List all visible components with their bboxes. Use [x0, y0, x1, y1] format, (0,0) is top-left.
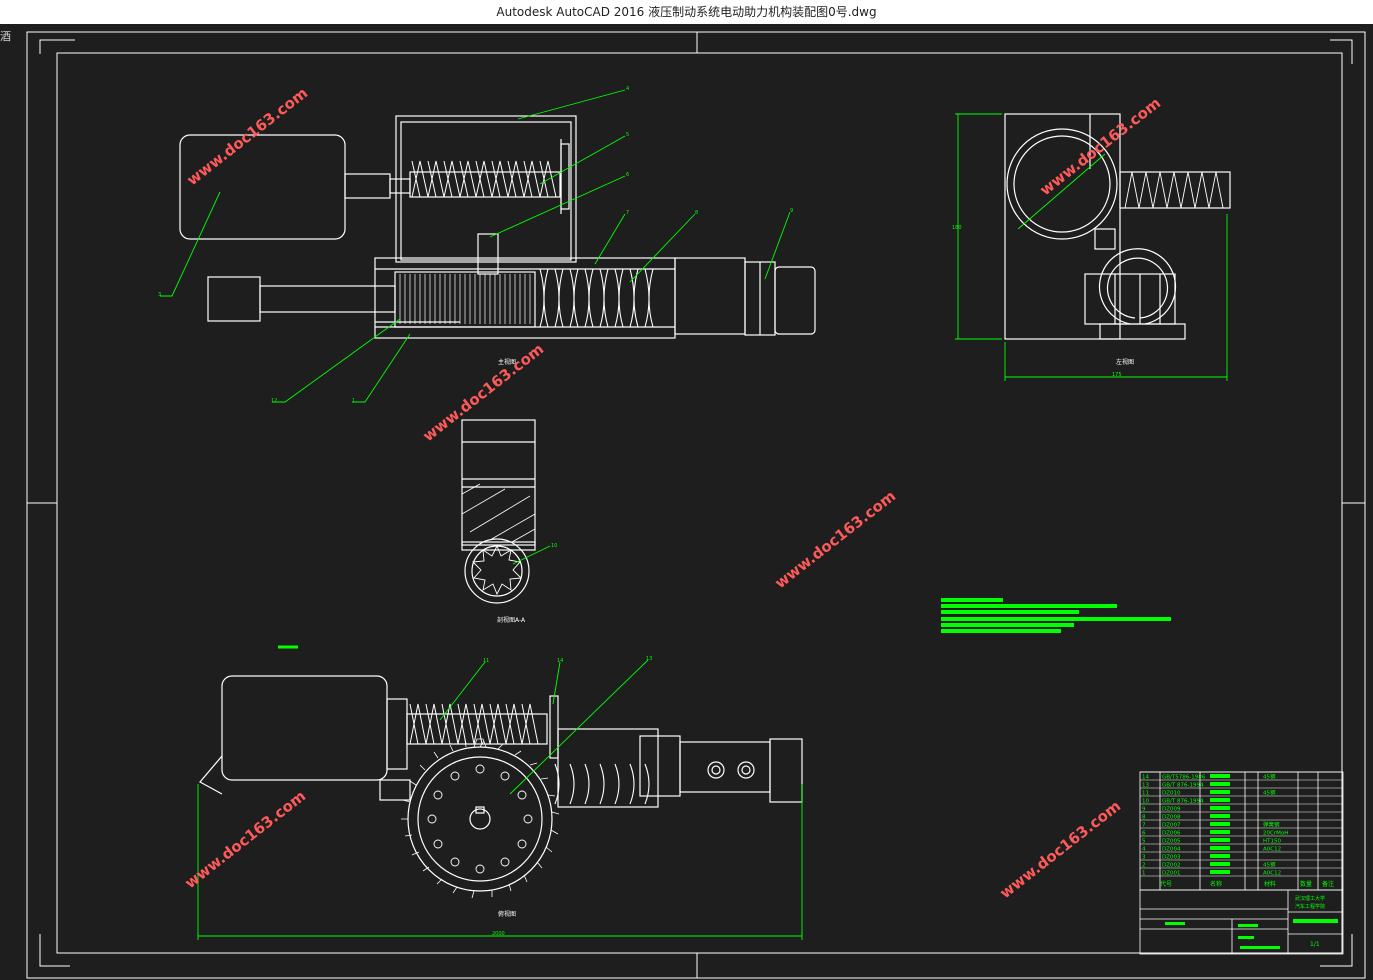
bom-row-no: 5 — [1142, 839, 1146, 845]
bom-row-no: 2 — [1142, 863, 1146, 869]
balloon-3: 3 — [158, 292, 161, 298]
balloon-labels: 4 5 6 7 8 9 3 12 1 10 11 14 13 — [158, 86, 793, 664]
bom-row-no: 10 — [1142, 799, 1149, 805]
bom-row-code: GB/T5786-1986 — [1162, 775, 1206, 781]
bom-row-no: 8 — [1142, 815, 1146, 821]
watermark-2: www.doc163.com — [1036, 94, 1164, 199]
title-block[interactable]: 14 GB/T5786-1986 45钢13 GB/T 876-199411 DZ010… — [1139, 771, 1344, 955]
balloon-12: 12 — [271, 398, 277, 404]
bom-row-mat: A0C12 — [1263, 871, 1281, 877]
balloon-10: 10 — [551, 543, 557, 549]
section-view[interactable] — [461, 419, 536, 604]
watermark-4: www.doc163.com — [771, 487, 899, 592]
balloon-13: 13 — [646, 656, 652, 662]
dimension-values: 2000 175 180 — [492, 225, 1122, 937]
bom-row-name-bar — [1210, 790, 1230, 794]
bom-row-code: DZ003 — [1162, 855, 1181, 861]
bom-row-name-bar — [1210, 822, 1230, 826]
bom-row-name-bar — [1210, 854, 1230, 858]
bom-row-name-bar — [1210, 814, 1230, 818]
bom-row-name-bar — [1210, 862, 1230, 866]
bom-row-code: DZ001 — [1162, 871, 1181, 877]
bom-row-mat: A0C12 — [1263, 847, 1281, 853]
label-top-view: 俯视图 — [498, 910, 516, 918]
bom-row-code: DZ010 — [1162, 791, 1181, 797]
sheet-number: 1/1 — [1310, 941, 1320, 948]
school-dept: 汽车工程学院 — [1295, 903, 1325, 910]
bom-row-no: 9 — [1142, 807, 1146, 813]
bom-row-code: DZ004 — [1162, 847, 1181, 853]
bom-row-name-bar — [1210, 806, 1230, 810]
bom-row-name-bar — [1210, 830, 1230, 834]
bom-row-no: 3 — [1142, 855, 1146, 861]
leaders — [160, 89, 1106, 795]
bom-row-no: 6 — [1142, 831, 1146, 837]
watermark-6: www.doc163.com — [996, 797, 1124, 902]
bom-header-qty: 数量 — [1300, 880, 1312, 888]
bom-row-name-bar — [1210, 838, 1230, 842]
bom-row-mat: 45钢 — [1263, 773, 1276, 781]
bom-row-code: DZ008 — [1162, 815, 1181, 821]
dim-right-height: 180 — [952, 225, 962, 231]
bom-row-mat: 弹簧钢 — [1263, 821, 1280, 829]
bom-row-name-bar — [1210, 798, 1230, 802]
dim-right-width: 175 — [1112, 372, 1122, 378]
watermark-1: www.doc163.com — [183, 84, 311, 189]
tech-notes — [941, 598, 1171, 633]
school-name: 武汉理工大学 — [1295, 895, 1325, 902]
bom-header-name: 名称 — [1210, 880, 1222, 888]
top-view[interactable] — [199, 675, 803, 899]
side-view[interactable] — [1004, 113, 1231, 340]
bom-row-code: DZ007 — [1162, 823, 1181, 829]
bom-rows: 14 GB/T5786-1986 45钢13 GB/T 876-199411 DZ010… — [1140, 773, 1343, 877]
balloon-11: 11 — [483, 658, 489, 664]
bom-row-no: 4 — [1142, 847, 1146, 853]
bom-row-no: 14 — [1142, 775, 1149, 781]
bom-header-mat: 材料 — [1264, 880, 1276, 888]
label-section-view: 剖视图A-A — [497, 616, 526, 624]
balloon-6: 6 — [626, 172, 629, 178]
balloon-1: 1 — [352, 398, 355, 404]
bom-row-no: 1 — [1142, 871, 1146, 877]
balloon-9: 9 — [790, 208, 793, 214]
balloon-4: 4 — [626, 86, 629, 92]
bom-row-no: 11 — [1142, 791, 1149, 797]
bom-row-name-bar — [1210, 774, 1230, 778]
watermark-3: www.doc163.com — [419, 340, 547, 445]
view-labels: 主视图 左视图 剖视图A-A 俯视图 — [497, 358, 1134, 918]
bom-row-no: 7 — [1142, 823, 1146, 829]
balloon-14: 14 — [557, 658, 563, 664]
bom-row-mat: HT150 — [1263, 839, 1281, 845]
bom-row-no: 13 — [1142, 783, 1149, 789]
bom-row-code: DZ006 — [1162, 831, 1181, 837]
front-view[interactable] — [179, 115, 816, 339]
bom-row-mat: 45钢 — [1263, 789, 1276, 797]
balloon-8: 8 — [695, 210, 698, 216]
bom-row-code: DZ002 — [1162, 863, 1181, 869]
bom-row-code: GB/T 876-1994 — [1162, 783, 1204, 789]
bom-row-code: GB/T 876-1994 — [1162, 799, 1204, 805]
label-side-view: 左视图 — [1116, 358, 1134, 366]
bom-row-mat: 45钢 — [1263, 861, 1276, 869]
bom-header-code: 代号 — [1160, 880, 1172, 888]
bom-row-code: DZ005 — [1162, 839, 1181, 845]
balloon-7: 7 — [626, 210, 629, 216]
bom-row-name-bar — [1210, 846, 1230, 850]
bom-row-mat: 20CrMoH — [1263, 831, 1288, 837]
bom-row-code: DZ009 — [1162, 807, 1181, 813]
drawing-canvas[interactable]: 4 5 6 7 8 9 3 12 1 10 11 14 13 2000 175 … — [0, 24, 1373, 980]
dim-top-width: 2000 — [492, 931, 505, 937]
bom-header-note: 备注 — [1322, 880, 1334, 888]
watermark-5: www.doc163.com — [181, 787, 309, 892]
bom-row-name-bar — [1210, 782, 1230, 786]
balloon-5: 5 — [626, 132, 629, 138]
gear-teeth — [401, 739, 560, 899]
bom-row-name-bar — [1210, 870, 1230, 874]
watermarks: www.doc163.com www.doc163.com www.doc163… — [181, 84, 1164, 902]
window-title: Autodesk AutoCAD 2016 液压制动系统电动助力机构装配图0号.… — [0, 0, 1373, 24]
